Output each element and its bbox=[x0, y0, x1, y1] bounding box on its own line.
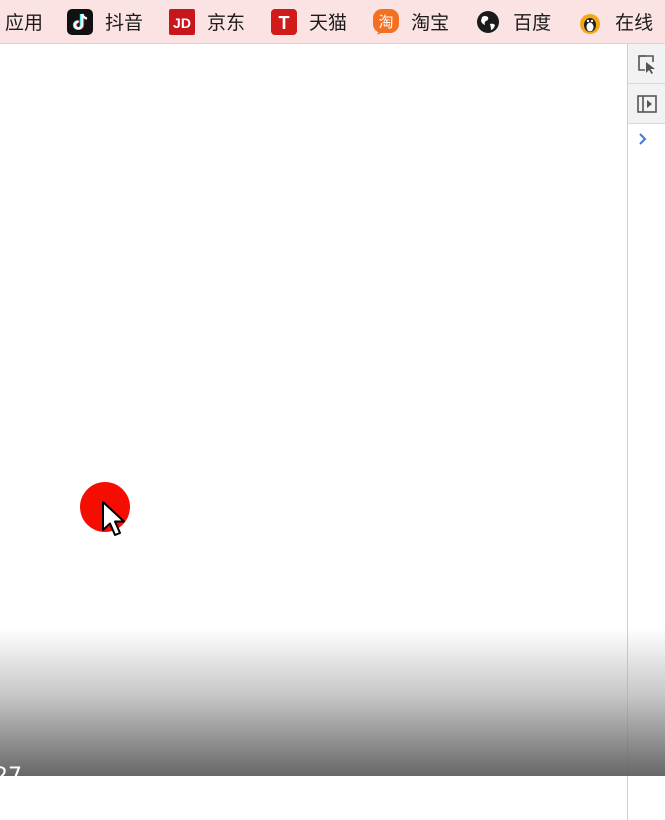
inspect-element-button[interactable] bbox=[628, 44, 665, 84]
chevron-right-icon bbox=[639, 133, 647, 145]
bookmark-label: 京东 bbox=[207, 12, 246, 34]
bookmark-jd[interactable]: JD 京东 bbox=[169, 0, 246, 43]
bookmark-tmall[interactable]: T 天猫 bbox=[271, 0, 348, 43]
devtools-panel bbox=[627, 44, 665, 820]
douyin-icon bbox=[67, 8, 94, 35]
bookmark-label: 抖音 bbox=[105, 12, 144, 34]
jd-icon: JD bbox=[169, 8, 196, 35]
page-viewport[interactable] bbox=[0, 44, 627, 820]
browser-window: 应用 抖音 JD 京东 T 天猫 淘 淘宝 百度 在线 bbox=[0, 0, 665, 820]
taobao-icon: 淘 bbox=[373, 8, 400, 35]
bookmark-label: 应用 bbox=[5, 12, 44, 34]
penguin-icon bbox=[577, 9, 603, 35]
tmall-icon: T bbox=[271, 8, 298, 35]
mouse-cursor-icon bbox=[102, 501, 125, 536]
toggle-device-button[interactable] bbox=[628, 84, 665, 124]
expand-panel-button[interactable] bbox=[628, 124, 665, 154]
bookmark-taobao[interactable]: 淘 淘宝 bbox=[373, 0, 450, 43]
globe-icon bbox=[475, 9, 501, 35]
jd-icon-text: JD bbox=[173, 15, 191, 31]
bookmark-apps[interactable]: 应用 bbox=[5, 0, 44, 43]
bookmark-label: 在线 bbox=[615, 12, 654, 34]
bookmark-zaixian[interactable]: 在线 bbox=[577, 0, 654, 43]
taobao-icon-text: 淘 bbox=[379, 13, 394, 31]
toggle-device-icon bbox=[636, 94, 657, 113]
bookmark-label: 淘宝 bbox=[411, 12, 450, 34]
tmall-icon-text: T bbox=[279, 13, 290, 33]
corner-text: 27 bbox=[0, 762, 22, 776]
bookmark-baidu[interactable]: 百度 bbox=[475, 0, 552, 43]
bookmark-douyin[interactable]: 抖音 bbox=[67, 0, 144, 43]
inspect-element-icon bbox=[637, 54, 655, 74]
bookmark-label: 天猫 bbox=[309, 12, 348, 34]
bookmark-label: 百度 bbox=[513, 12, 552, 34]
bookmarks-bar: 应用 抖音 JD 京东 T 天猫 淘 淘宝 百度 在线 bbox=[0, 0, 665, 44]
